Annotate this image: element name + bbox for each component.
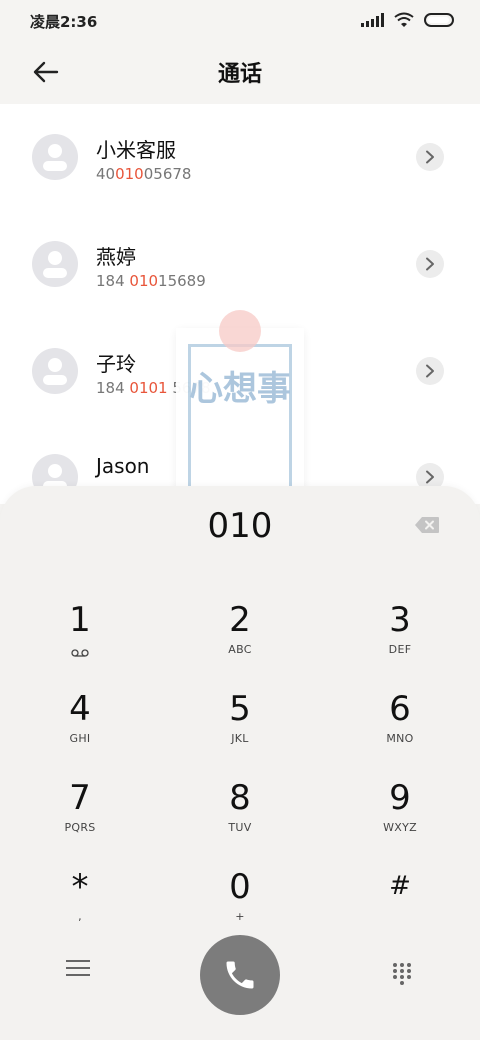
chevron-right-icon [426,470,434,484]
key-5[interactable]: 5 JKL [180,689,300,769]
contact-detail-button[interactable] [416,143,444,171]
key-digit: 1 [69,600,91,640]
key-letters: + [235,910,245,923]
status-bar: 凌晨2:36 [0,0,480,40]
watermark-text: 心想事 [189,369,291,409]
dialer-panel: 010 1 2 ABC 3 DEF 4 GHI 5 JKL 6 MNO 7 PQ… [0,486,480,1040]
key-letters: WXYZ [383,821,417,834]
key-digit: # [389,871,411,901]
watermark-dot [219,310,261,352]
dialed-number: 010 [207,506,273,546]
key-digit: 3 [389,600,411,640]
key-3[interactable]: 3 DEF [340,600,460,680]
status-icons [361,12,454,27]
list-item[interactable]: 小米客服 4001005678 [0,104,480,211]
key-digit: 0 [229,867,251,907]
keypad-icon[interactable] [393,963,411,985]
key-1[interactable]: 1 [20,600,140,680]
status-time: 凌晨2:36 [30,13,98,31]
key-letters: , [78,910,82,923]
key-letters: TUV [228,821,252,834]
contact-number: 4001005678 [96,165,191,183]
wifi-icon [394,12,414,27]
chevron-right-icon [426,257,434,271]
key-letters: MNO [386,732,414,745]
chevron-right-icon [426,150,434,164]
key-letters: DEF [388,643,412,656]
chevron-right-icon [426,364,434,378]
contact-name: 燕婷 [96,245,136,269]
page-title: 通话 [217,62,262,87]
key-2[interactable]: 2 ABC [180,600,300,680]
signal-icon [361,12,384,27]
key-digit: 2 [229,600,251,640]
key-digit: 7 [69,778,91,818]
contact-name: 小米客服 [96,138,176,162]
number-match: 010 [115,165,144,183]
backspace-icon[interactable] [414,516,440,534]
key-hash[interactable]: # [340,867,460,947]
key-letters: JKL [231,732,249,745]
key-digit: 6 [389,689,411,729]
header: 通话 [0,40,480,104]
number-part: 184 [96,272,130,290]
list-item[interactable]: 燕婷 184 01015689 [0,211,480,318]
key-star[interactable]: * , [20,867,140,947]
number-part: 40 [96,165,116,183]
key-9[interactable]: 9 WXYZ [340,778,460,858]
key-letters: ABC [228,643,252,656]
phone-icon [226,961,254,989]
watermark-card: 心想事 [176,328,304,498]
key-4[interactable]: 4 GHI [20,689,140,769]
key-digit: 8 [229,778,251,818]
number-match: 010 [129,272,159,290]
contact-name: Jason [96,454,150,478]
contact-name: 子玲 [96,352,136,376]
key-digit: * [71,867,89,907]
key-letters: GHI [69,732,91,745]
key-6[interactable]: 6 MNO [340,689,460,769]
contact-number: 184 01015689 [96,272,206,290]
voicemail-icon [71,649,89,657]
avatar [32,241,78,287]
key-digit: 4 [69,689,91,729]
avatar [32,348,78,394]
key-digit: 9 [389,778,411,818]
key-digit: 5 [229,689,251,729]
menu-icon[interactable] [66,960,90,980]
contact-detail-button[interactable] [416,357,444,385]
call-button[interactable] [200,935,280,1015]
number-part: 184 [96,379,130,397]
key-7[interactable]: 7 PQRS [20,778,140,858]
contact-detail-button[interactable] [416,250,444,278]
number-match: 0101 [129,379,168,397]
number-part: 05678 [143,165,192,183]
number-part: 15689 [158,272,206,290]
avatar [32,134,78,180]
key-letters: PQRS [64,821,96,834]
key-8[interactable]: 8 TUV [180,778,300,858]
battery-icon [424,12,454,27]
